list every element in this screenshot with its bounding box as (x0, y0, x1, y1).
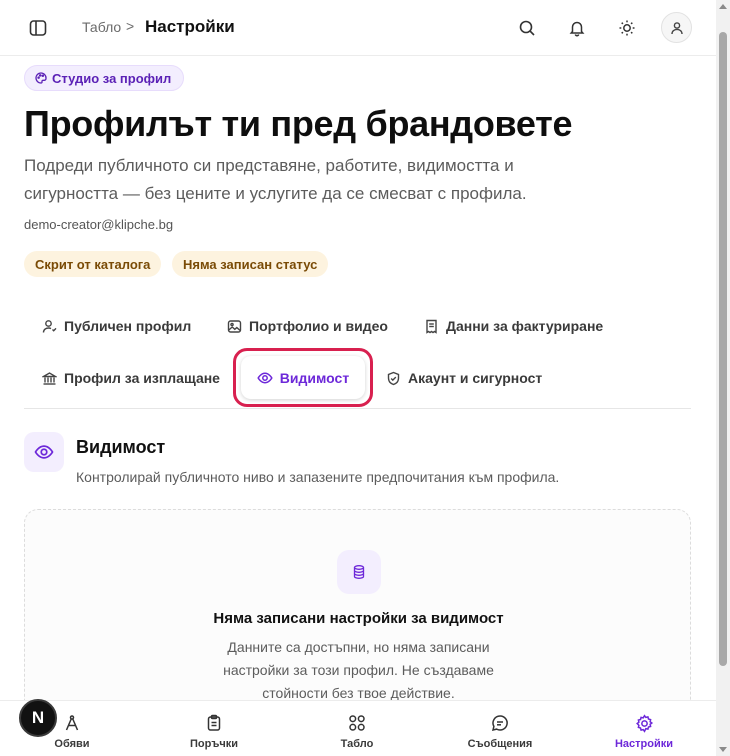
catalog-status-badge: Скрит от каталога (24, 251, 162, 277)
sidebar-toggle-icon[interactable] (24, 14, 52, 42)
tab-label: Портфолио и видео (249, 318, 388, 334)
bottom-nav: Обяви Поръчки Табло Съобщения Настройки (0, 700, 716, 756)
page-subtitle: Подреди публичното си представяне, работ… (24, 156, 527, 203)
shield-icon (387, 371, 400, 385)
empty-state-description: Данните са достъпни, но няма записани на… (223, 639, 494, 701)
studio-pill: Студио за профил (24, 65, 185, 91)
tab-portfolio[interactable]: Портфолио и видео (227, 312, 388, 340)
tab-visibility[interactable]: Видимост (233, 348, 373, 407)
compass-icon (61, 712, 83, 734)
scroll-thumb[interactable] (719, 32, 727, 666)
top-bar: Табло > Настройки (0, 0, 716, 56)
database-icon (337, 550, 381, 594)
section-eye-icon (24, 432, 64, 472)
nav-label: Обяви (54, 738, 90, 750)
chat-icon (489, 712, 511, 734)
scroll-up-arrow-icon[interactable] (719, 4, 727, 9)
tab-public-profile[interactable]: Публичен профил (42, 312, 191, 340)
eye-icon (257, 372, 273, 383)
page-title: Профилът ти пред брандовете (24, 103, 573, 144)
tab-account-security[interactable]: Акаунт и сигурност (386, 364, 542, 392)
search-icon[interactable] (513, 14, 541, 42)
user-icon (42, 319, 57, 333)
tab-label: Профил за изплащане (64, 370, 220, 386)
grid-icon (346, 712, 368, 734)
nav-label: Настройки (614, 738, 674, 750)
nav-item-orders[interactable]: Поръчки (159, 701, 269, 756)
breadcrumb-current: Настройки (145, 17, 235, 36)
tab-payout-profile[interactable]: Профил за изплащане (42, 364, 220, 392)
breadcrumb-root[interactable]: Табло (82, 19, 121, 35)
bell-icon[interactable] (563, 14, 591, 42)
breadcrumb-separator: > (126, 18, 135, 34)
framework-badge[interactable]: N (19, 699, 57, 737)
studio-pill-label: Студио за профил (52, 70, 172, 86)
nav-item-messages[interactable]: Съобщения (445, 701, 555, 756)
scrollbar[interactable] (716, 0, 730, 756)
empty-state-title: Няма записани настройки за видимост (213, 610, 504, 627)
user-avatar[interactable] (661, 12, 692, 43)
availability-status-badge: Няма записан статус (172, 251, 329, 277)
tab-label: Данни за фактуриране (446, 318, 604, 334)
nav-item-settings[interactable]: Настройки (589, 701, 699, 756)
nav-label: Поръчки (189, 738, 239, 750)
tab-label: Публичен профил (64, 318, 192, 334)
section-description: Контролирай публичното ниво и запазените… (76, 469, 560, 485)
tabs-divider (24, 408, 691, 409)
receipt-icon (426, 319, 437, 334)
tab-visibility-inner[interactable]: Видимост (241, 356, 365, 399)
nav-label: Табло (340, 738, 374, 750)
user-icon (670, 21, 683, 34)
tab-label: Акаунт и сигурност (408, 370, 543, 386)
tab-billing-data[interactable]: Данни за фактуриране (424, 312, 603, 340)
sun-icon[interactable] (613, 14, 641, 42)
scroll-down-arrow-icon[interactable] (719, 747, 727, 752)
nav-item-dashboard[interactable]: Табло (302, 701, 412, 756)
image-icon (227, 319, 242, 333)
account-email: demo-creator@klipche.bg (24, 217, 174, 232)
bank-icon (42, 371, 57, 385)
clipboard-icon (203, 712, 225, 734)
gear-icon (633, 712, 655, 734)
section-title: Видимост (76, 437, 166, 457)
palette-icon (35, 72, 47, 84)
nav-label: Съобщения (467, 738, 533, 750)
tab-label: Видимост (279, 369, 350, 386)
